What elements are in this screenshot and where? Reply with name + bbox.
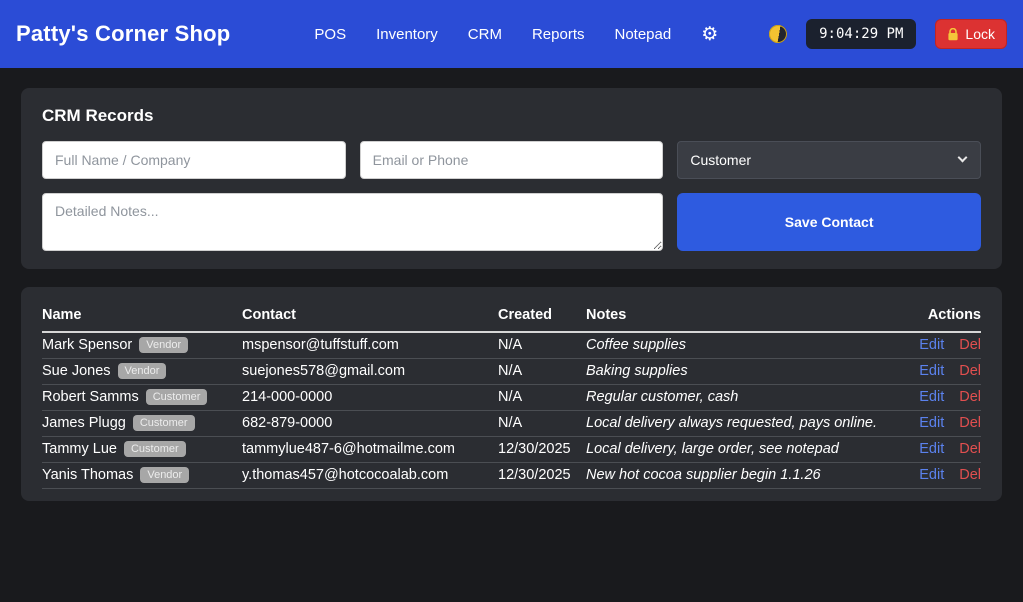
delete-link[interactable]: Del [959, 363, 981, 379]
record-name: Tammy Lue [42, 441, 117, 457]
record-created-cell: N/A [498, 332, 586, 359]
table-row: Sue Jones Vendor suejones578@gmail.com N/… [42, 358, 981, 385]
nav-item-pos[interactable]: POS [314, 26, 346, 43]
contact-type-select-wrap: Customer [677, 141, 981, 179]
delete-link[interactable]: Del [959, 467, 981, 483]
navbar-right-cluster: 9:04:29 PM Lock [769, 19, 1007, 49]
nav-item-notepad[interactable]: Notepad [615, 26, 672, 43]
record-name-cell: Tammy Lue Customer [42, 436, 242, 463]
record-actions-cell: Edit Del [881, 410, 981, 437]
record-actions-cell: Edit Del [881, 436, 981, 463]
full-name-input[interactable] [42, 141, 346, 179]
clock-display: 9:04:29 PM [806, 19, 917, 49]
edit-link[interactable]: Edit [919, 415, 944, 431]
save-contact-button[interactable]: Save Contact [677, 193, 981, 251]
table-row: James Plugg Customer 682-879-0000 N/A Loc… [42, 410, 981, 437]
crm-records-table: Name Contact Created Notes Actions Mark … [42, 305, 981, 489]
edit-link[interactable]: Edit [919, 337, 944, 353]
lock-button-label: Lock [965, 26, 995, 42]
top-navbar: Patty's Corner Shop POS Inventory CRM Re… [0, 0, 1023, 68]
table-row: Yanis Thomas Vendor y.thomas457@hotcocoal… [42, 462, 981, 489]
record-notes-cell: Local delivery, large order, see notepad [586, 436, 881, 463]
contact-type-badge: Vendor [117, 363, 167, 379]
record-name: Sue Jones [42, 363, 111, 379]
col-header-created: Created [498, 305, 586, 333]
record-contact-cell: suejones578@gmail.com [242, 358, 498, 385]
record-name-cell: Mark Spensor Vendor [42, 332, 242, 359]
record-name-cell: Yanis Thomas Vendor [42, 462, 242, 489]
contact-type-badge: Vendor [139, 337, 189, 353]
nav-item-crm[interactable]: CRM [468, 26, 502, 43]
records-table-body: Mark Spensor Vendor mspensor@tuffstuff.co… [42, 332, 981, 489]
table-row: Mark Spensor Vendor mspensor@tuffstuff.co… [42, 332, 981, 359]
record-name: Robert Samms [42, 389, 139, 405]
contact-type-badge: Customer [145, 389, 208, 405]
table-row: Robert Samms Customer 214-000-0000 N/A Re… [42, 384, 981, 411]
crm-form: Customer Save Contact [42, 141, 981, 251]
nav-item-inventory[interactable]: Inventory [376, 26, 438, 43]
record-name-cell: James Plugg Customer [42, 410, 242, 437]
col-header-contact: Contact [242, 305, 498, 333]
lock-icon [948, 27, 959, 40]
record-contact-cell: mspensor@tuffstuff.com [242, 332, 498, 359]
record-notes-cell: Regular customer, cash [586, 384, 881, 411]
crm-form-card: CRM Records Customer Save Contact [21, 88, 1002, 269]
record-created-cell: N/A [498, 410, 586, 437]
record-name: Mark Spensor [42, 337, 133, 353]
record-notes-cell: Coffee supplies [586, 332, 881, 359]
detailed-notes-textarea[interactable] [42, 193, 664, 251]
records-header-row: Name Contact Created Notes Actions [42, 305, 981, 333]
record-contact-cell: 214-000-0000 [242, 384, 498, 411]
col-header-actions: Actions [881, 305, 981, 333]
record-created-cell: 12/30/2025 [498, 436, 586, 463]
contact-type-badge: Vendor [140, 467, 190, 483]
delete-link[interactable]: Del [959, 441, 981, 457]
lock-button[interactable]: Lock [935, 19, 1007, 49]
record-actions-cell: Edit Del [881, 358, 981, 385]
record-name: James Plugg [42, 415, 126, 431]
record-contact-cell: 682-879-0000 [242, 410, 498, 437]
table-row: Tammy Lue Customer tammylue487-6@hotmailm… [42, 436, 981, 463]
record-notes-cell: Local delivery always requested, pays on… [586, 410, 881, 437]
edit-link[interactable]: Edit [919, 467, 944, 483]
coin-icon[interactable] [769, 25, 788, 43]
record-notes-cell: Baking supplies [586, 358, 881, 385]
main-content: CRM Records Customer Save Contact Name C… [0, 68, 1023, 501]
record-actions-cell: Edit Del [881, 332, 981, 359]
record-name-cell: Sue Jones Vendor [42, 358, 242, 385]
record-notes-cell: New hot cocoa supplier begin 1.1.26 [586, 462, 881, 489]
main-nav: POS Inventory CRM Reports Notepad ⚙ [314, 25, 718, 44]
contact-type-badge: Customer [132, 415, 195, 431]
nav-item-reports[interactable]: Reports [532, 26, 585, 43]
delete-link[interactable]: Del [959, 415, 981, 431]
record-actions-cell: Edit Del [881, 462, 981, 489]
record-name: Yanis Thomas [42, 467, 134, 483]
settings-gear-icon[interactable]: ⚙ [701, 25, 718, 44]
record-name-cell: Robert Samms Customer [42, 384, 242, 411]
edit-link[interactable]: Edit [919, 389, 944, 405]
record-created-cell: 12/30/2025 [498, 462, 586, 489]
email-phone-input[interactable] [359, 141, 664, 179]
delete-link[interactable]: Del [959, 337, 981, 353]
app-brand[interactable]: Patty's Corner Shop [16, 21, 230, 47]
records-table-head: Name Contact Created Notes Actions [42, 305, 981, 333]
crm-card-title: CRM Records [42, 106, 154, 125]
record-created-cell: N/A [498, 384, 586, 411]
delete-link[interactable]: Del [959, 389, 981, 405]
record-contact-cell: y.thomas457@hotcocoalab.com [242, 462, 498, 489]
col-header-notes: Notes [586, 305, 881, 333]
edit-link[interactable]: Edit [919, 363, 944, 379]
contact-type-badge: Customer [123, 441, 186, 457]
col-header-name: Name [42, 305, 242, 333]
crm-records-card: Name Contact Created Notes Actions Mark … [21, 287, 1002, 501]
record-actions-cell: Edit Del [881, 384, 981, 411]
record-created-cell: N/A [498, 358, 586, 385]
edit-link[interactable]: Edit [919, 441, 944, 457]
record-contact-cell: tammylue487-6@hotmailme.com [242, 436, 498, 463]
contact-type-select[interactable]: Customer [677, 141, 981, 179]
